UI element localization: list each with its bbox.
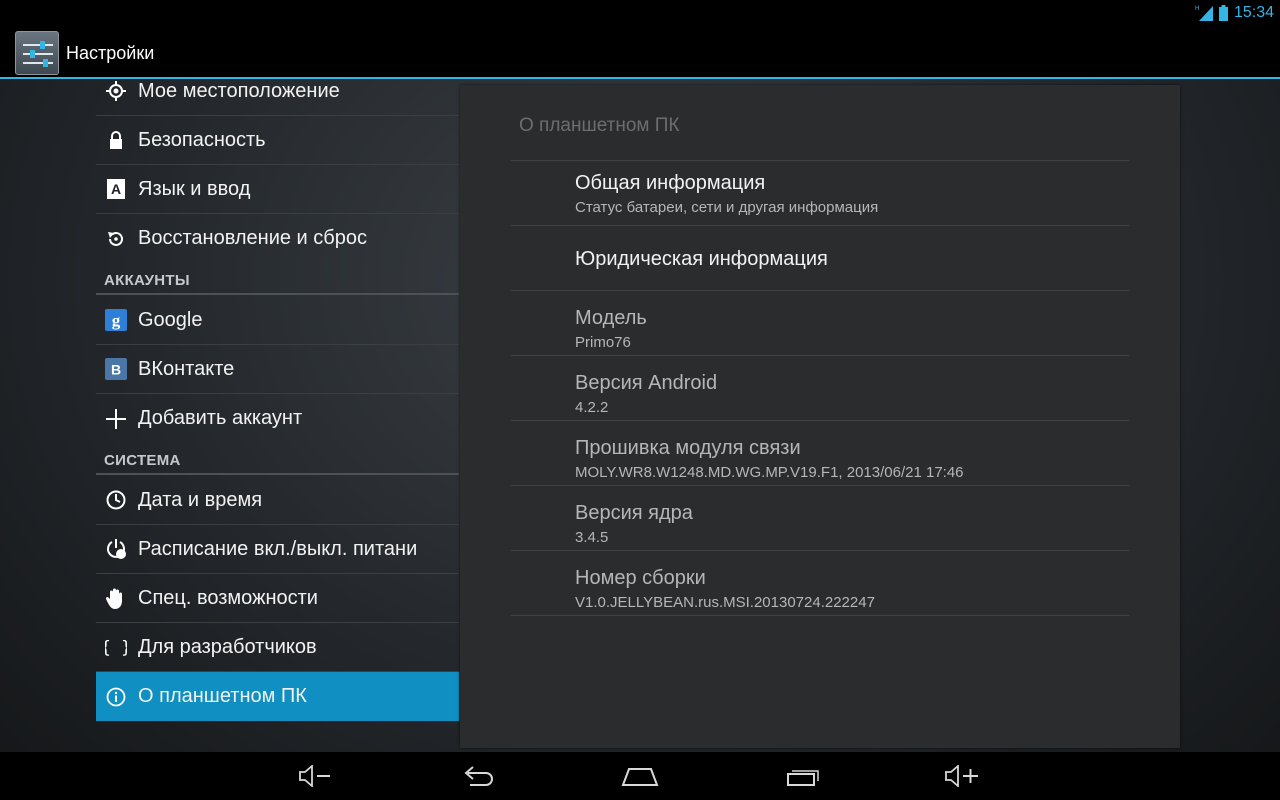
row-android-version[interactable]: Версия Android 4.2.2	[511, 356, 1129, 421]
sidebar-item-power-schedule[interactable]: Расписание вкл./выкл. питани	[96, 525, 459, 574]
svg-text:B: B	[111, 362, 121, 378]
row-title: Прошивка модуля связи	[575, 437, 801, 459]
power-schedule-icon	[105, 538, 127, 560]
hand-icon	[105, 587, 127, 609]
volume-down-icon	[299, 765, 330, 787]
row-title: Версия Android	[575, 372, 718, 394]
back-button[interactable]	[458, 760, 498, 792]
row-subtitle: MOLY.WR8.W1248.MD.WG.MP.V19.F1, 2013/06/…	[575, 464, 964, 481]
network-type-label: H	[1195, 6, 1199, 12]
row-subtitle: 3.4.5	[575, 529, 609, 546]
restore-icon	[105, 228, 127, 250]
sidebar-item-about-tablet[interactable]: О планшетном ПК	[96, 672, 459, 721]
sidebar-item-label: Для разработчиков	[138, 635, 317, 658]
settings-list[interactable]: Мое местоположение Безопасность A Язык и…	[96, 81, 459, 741]
sidebar-item-label: О планшетном ПК	[138, 685, 307, 707]
sidebar-item-label: Google	[138, 308, 203, 331]
volume-up-icon	[945, 765, 978, 787]
vk-icon: B	[105, 358, 127, 380]
row-baseband: Прошивка модуля связи MOLY.WR8.W1248.MD.…	[511, 421, 1129, 486]
clock: 15:34	[1233, 3, 1274, 21]
recent-apps-button[interactable]	[783, 760, 823, 792]
section-header-accounts: АККАУНТЫ	[96, 263, 459, 295]
app-title: Настройки	[66, 43, 155, 63]
svg-text:A: A	[111, 181, 121, 197]
section-header-label: СИСТЕМА	[104, 452, 181, 469]
home-button[interactable]	[620, 760, 660, 792]
sidebar-item-label: Восстановление и сброс	[138, 227, 367, 249]
section-header-label: АККАУНТЫ	[104, 272, 190, 289]
back-icon	[464, 766, 493, 786]
clock-icon	[105, 489, 127, 511]
row-build-number[interactable]: Номер сборки V1.0.JELLYBEAN.rus.MSI.2013…	[511, 551, 1129, 616]
plus-icon	[105, 408, 127, 430]
row-title: Общая информация	[575, 172, 766, 194]
sliders-icon	[23, 41, 53, 67]
sidebar-item-date-time[interactable]: Дата и время	[96, 476, 459, 525]
sidebar-item-location[interactable]: Мое местоположение	[96, 81, 459, 116]
svg-text:{ }: { }	[105, 638, 127, 657]
signal-icon: H	[1195, 6, 1213, 21]
settings-app-icon[interactable]	[15, 31, 59, 75]
sidebar-item-label: ВКонтакте	[138, 357, 235, 380]
row-model: Модель Primo76	[511, 291, 1129, 356]
volume-up-button[interactable]	[942, 760, 982, 792]
sidebar-item-vkontakte[interactable]: B ВКонтакте	[96, 345, 459, 394]
row-title: Версия ядра	[575, 502, 693, 524]
row-title: Модель	[575, 307, 647, 329]
row-title: Юридическая информация	[575, 248, 828, 270]
info-icon	[105, 686, 127, 708]
sidebar-item-label: Безопасность	[138, 128, 266, 151]
sidebar-item-label: Спец. возможности	[138, 586, 318, 609]
status-icons: H 15:34	[1195, 0, 1274, 25]
keyboard-a-icon: A	[105, 178, 127, 200]
panel-title: О планшетном ПК	[519, 115, 680, 136]
location-icon	[105, 81, 127, 102]
row-subtitle: Primo76	[575, 334, 631, 351]
recent-apps-icon	[787, 770, 819, 786]
sidebar-item-label: Мое местоположение	[138, 81, 340, 102]
row-legal-info[interactable]: Юридическая информация	[511, 226, 1129, 291]
sidebar-item-security[interactable]: Безопасность	[96, 116, 459, 165]
row-kernel-version: Версия ядра 3.4.5	[511, 486, 1129, 551]
google-icon: g	[105, 309, 127, 331]
volume-down-button[interactable]	[295, 760, 335, 792]
sidebar-item-label: Расписание вкл./выкл. питани	[138, 537, 418, 560]
section-header-system: СИСТЕМА	[96, 443, 459, 475]
navigation-bar	[0, 752, 1280, 800]
battery-icon	[1218, 4, 1228, 21]
sidebar-item-developer[interactable]: { } Для разработчиков	[96, 623, 459, 672]
row-subtitle: V1.0.JELLYBEAN.rus.MSI.20130724.222247	[575, 594, 875, 611]
braces-icon: { }	[105, 636, 127, 658]
sidebar-item-label: Язык и ввод	[138, 177, 251, 200]
sidebar-item-label: Добавить аккаунт	[138, 407, 303, 429]
detail-panel: О планшетном ПК Общая информация Статус …	[460, 85, 1180, 748]
sidebar-item-language[interactable]: A Язык и ввод	[96, 165, 459, 214]
sidebar-item-label: Дата и время	[138, 488, 263, 511]
row-title: Номер сборки	[575, 567, 706, 589]
status-bar: H 15:34	[0, 0, 1280, 25]
row-general-info[interactable]: Общая информация Статус батареи, сети и …	[511, 161, 1129, 226]
svg-text:g: g	[112, 311, 121, 330]
sidebar-item-accessibility[interactable]: Спец. возможности	[96, 574, 459, 623]
sidebar-item-google[interactable]: g Google	[96, 296, 459, 345]
row-subtitle: Статус батареи, сети и другая информация	[575, 199, 879, 216]
sidebar-item-backup-reset[interactable]: Восстановление и сброс	[96, 214, 459, 263]
sidebar-item-add-account[interactable]: Добавить аккаунт	[96, 394, 459, 443]
row-subtitle: 4.2.2	[575, 399, 609, 416]
home-icon	[621, 768, 659, 786]
action-bar: Настройки	[0, 25, 1280, 79]
lock-icon	[105, 129, 127, 151]
